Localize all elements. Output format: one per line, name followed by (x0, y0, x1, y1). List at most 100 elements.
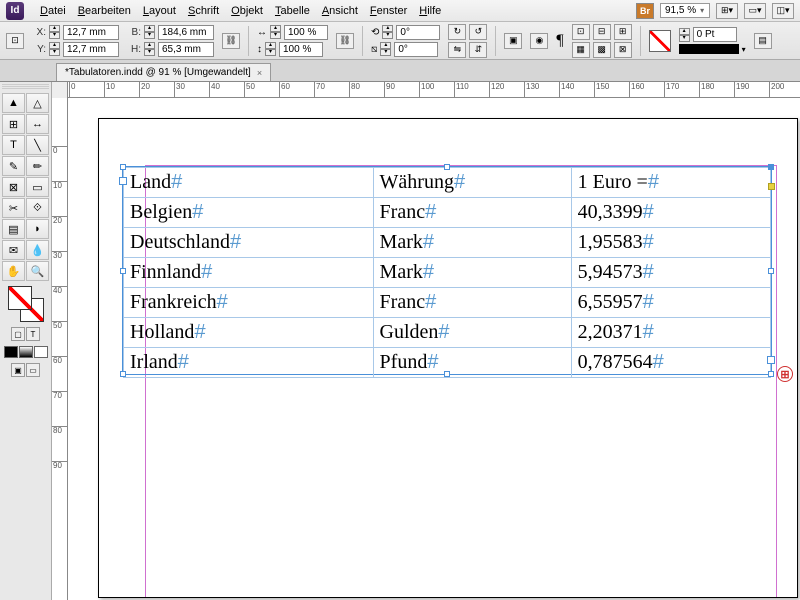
selection-tool[interactable]: ▲ (2, 93, 25, 113)
y-position-input[interactable] (63, 42, 119, 57)
width-input[interactable] (158, 25, 214, 40)
hand-tool[interactable]: ✋ (2, 261, 25, 281)
table-cell[interactable]: Holland# (124, 318, 374, 348)
table-cell[interactable]: 0,787564# (571, 348, 770, 378)
flip-vertical-icon[interactable]: ⇵ (469, 42, 487, 58)
select-content-icon[interactable]: ◉ (530, 33, 548, 49)
table-cell[interactable]: Franc# (373, 288, 571, 318)
height-input[interactable] (158, 42, 214, 57)
view-options-icon[interactable]: ⊞▾ (716, 3, 738, 19)
flip-horizontal-icon[interactable]: ⇋ (448, 42, 466, 58)
document-tab[interactable]: *Tabulatoren.indd @ 91 % [Umgewandelt] × (56, 63, 271, 81)
select-container-icon[interactable]: ▣ (504, 33, 522, 49)
bridge-icon[interactable]: Br (636, 3, 654, 19)
eyedropper-tool[interactable]: 💧 (26, 240, 49, 260)
resize-handle[interactable] (768, 164, 774, 170)
resize-handle[interactable] (444, 164, 450, 170)
apply-color-icon[interactable] (4, 346, 18, 358)
table-cell[interactable]: Währung# (373, 168, 571, 198)
table-cell[interactable]: Irland# (124, 348, 374, 378)
apply-gradient-icon[interactable] (19, 346, 33, 358)
table-cell[interactable]: Mark# (373, 258, 571, 288)
panel-grip-icon[interactable] (2, 84, 49, 90)
arrange-documents-icon[interactable]: ◫▾ (772, 3, 794, 19)
center-content-icon[interactable]: ⊞ (614, 24, 632, 40)
type-tool[interactable]: T (2, 135, 25, 155)
table-cell[interactable]: 5,94573# (571, 258, 770, 288)
table-cell[interactable]: 2,20371# (571, 318, 770, 348)
zoom-tool[interactable]: 🔍 (26, 261, 49, 281)
menu-bearbeiten[interactable]: Bearbeiten (72, 2, 137, 20)
scissors-tool[interactable]: ✂ (2, 198, 25, 218)
rectangle-tool[interactable]: ▭ (26, 177, 49, 197)
auto-fit-icon[interactable]: ⊠ (614, 42, 632, 58)
table-cell[interactable]: Belgien# (124, 198, 374, 228)
scale-x-input[interactable] (284, 25, 328, 40)
selected-text-frame[interactable]: ⊞ Land#Währung#1 Euro =#Belgien#Franc#40… (122, 166, 772, 375)
menu-tabelle[interactable]: Tabelle (269, 2, 316, 20)
table-cell[interactable]: Frankreich# (124, 288, 374, 318)
rectangle-frame-tool[interactable]: ⊠ (2, 177, 25, 197)
stroke-weight-input[interactable] (693, 27, 737, 42)
menu-datei[interactable]: Datei (34, 2, 72, 20)
rotate-cw-icon[interactable]: ↻ (448, 24, 466, 40)
page-tool[interactable]: ⊞ (2, 114, 25, 134)
table-cell[interactable]: Deutschland# (124, 228, 374, 258)
table-cell[interactable]: Finnland# (124, 258, 374, 288)
menu-layout[interactable]: Layout (137, 2, 182, 20)
table-cell[interactable]: Gulden# (373, 318, 571, 348)
note-tool[interactable]: ✉ (2, 240, 25, 260)
resize-handle[interactable] (120, 164, 126, 170)
resize-handle[interactable] (768, 371, 774, 377)
apply-none-icon[interactable] (34, 346, 48, 358)
preview-view-icon[interactable]: ▭ (26, 363, 40, 377)
shear-input[interactable] (394, 42, 438, 57)
menu-ansicht[interactable]: Ansicht (316, 2, 364, 20)
table-cell[interactable]: Franc# (373, 198, 571, 228)
text-in-port[interactable] (119, 177, 127, 185)
constrain-scale-icon[interactable]: ⛓ (336, 33, 354, 49)
constrain-proportions-icon[interactable]: ⛓ (222, 33, 240, 49)
resize-handle[interactable] (120, 371, 126, 377)
screen-mode-icon[interactable]: ▭▾ (744, 3, 766, 19)
gap-tool[interactable]: ↔ (26, 114, 49, 134)
line-tool[interactable]: ╲ (26, 135, 49, 155)
table-cell[interactable]: 1,95583# (571, 228, 770, 258)
ruler-origin-icon[interactable] (52, 82, 68, 98)
table-cell[interactable]: 6,55957# (571, 288, 770, 318)
rotation-input[interactable] (396, 25, 440, 40)
gradient-feather-tool[interactable]: ◗ (26, 219, 49, 239)
fit-proportional-icon[interactable]: ▩ (593, 42, 611, 58)
fill-stroke-proxy[interactable] (8, 286, 44, 322)
normal-view-icon[interactable]: ▣ (11, 363, 25, 377)
horizontal-ruler[interactable]: 0102030405060708090100110120130140150160… (52, 82, 800, 98)
menu-hilfe[interactable]: Hilfe (413, 2, 447, 20)
pencil-tool[interactable]: ✏ (26, 156, 49, 176)
rotate-ccw-icon[interactable]: ↺ (469, 24, 487, 40)
table-cell[interactable]: Land# (124, 168, 374, 198)
direct-selection-tool[interactable]: △ (26, 93, 49, 113)
resize-handle[interactable] (120, 268, 126, 274)
table-cell[interactable]: Mark# (373, 228, 571, 258)
resize-handle[interactable] (768, 268, 774, 274)
paragraph-style-icon[interactable]: ¶ (556, 32, 563, 50)
menu-schrift[interactable]: Schrift (182, 2, 225, 20)
pen-tool[interactable]: ✎ (2, 156, 25, 176)
fit-frame-icon[interactable]: ⊟ (593, 24, 611, 40)
vertical-ruler[interactable]: 0102030405060708090 (52, 98, 68, 600)
scale-y-input[interactable] (279, 42, 323, 57)
gradient-swatch-tool[interactable]: ▤ (2, 219, 25, 239)
panel-menu-icon[interactable]: ▤ (754, 33, 772, 49)
free-transform-tool[interactable]: ⟐ (26, 198, 49, 218)
text-out-port[interactable] (767, 356, 775, 364)
formatting-container-icon[interactable]: ▢ (11, 327, 25, 341)
table-cell[interactable]: 1 Euro =# (571, 168, 770, 198)
fill-frame-icon[interactable]: ▦ (572, 42, 590, 58)
x-position-input[interactable] (63, 25, 119, 40)
fill-stroke-swatch[interactable] (649, 30, 671, 52)
live-corner-widget[interactable] (768, 183, 775, 190)
zoom-level-dropdown[interactable]: 91,5 % (660, 3, 710, 18)
menu-objekt[interactable]: Objekt (225, 2, 269, 20)
formatting-text-icon[interactable]: T (26, 327, 40, 341)
table-cell[interactable]: 40,3399# (571, 198, 770, 228)
